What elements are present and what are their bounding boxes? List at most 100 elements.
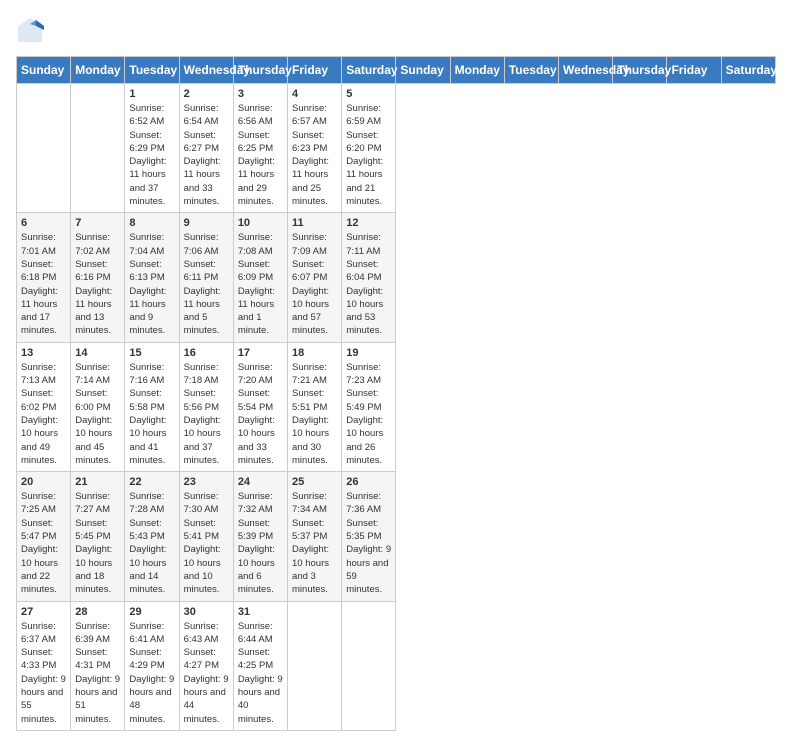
day-number: 9: [184, 217, 229, 229]
cell-info: Sunrise: 7:13 AM Sunset: 6:02 PM Dayligh…: [21, 361, 66, 467]
cell-info: Sunrise: 7:21 AM Sunset: 5:51 PM Dayligh…: [292, 361, 337, 467]
calendar-cell: 11Sunrise: 7:09 AM Sunset: 6:07 PM Dayli…: [288, 213, 342, 342]
header: [16, 16, 776, 44]
calendar-week-row: 6 Sunrise: 7:01 AM Sunset: 6:18 PM Daylig…: [17, 213, 776, 342]
calendar-cell: 22 Sunrise: 7:28 AM Sunset: 5:43 PM Dayli…: [125, 472, 179, 601]
cell-info: Sunrise: 6:52 AM Sunset: 6:29 PM Dayligh…: [129, 102, 174, 208]
cell-info: Sunrise: 7:11 AM Sunset: 6:04 PM Dayligh…: [346, 231, 391, 337]
cell-info: Sunrise: 7:20 AM Sunset: 5:54 PM Dayligh…: [238, 361, 283, 467]
cell-info: Sunrise: 7:14 AM Sunset: 6:00 PM Dayligh…: [75, 361, 120, 467]
day-number: 1: [129, 88, 174, 100]
cell-info: Sunrise: 7:06 AM Sunset: 6:11 PM Dayligh…: [184, 231, 229, 337]
cell-info: Sunrise: 7:28 AM Sunset: 5:43 PM Dayligh…: [129, 490, 174, 596]
calendar-cell: 5Sunrise: 6:59 AM Sunset: 6:20 PM Daylig…: [342, 84, 396, 213]
cell-info: Sunrise: 7:02 AM Sunset: 6:16 PM Dayligh…: [75, 231, 120, 337]
calendar-cell: 23 Sunrise: 7:30 AM Sunset: 5:41 PM Dayli…: [179, 472, 233, 601]
day-number: 25: [292, 476, 337, 488]
calendar-cell: 18Sunrise: 7:21 AM Sunset: 5:51 PM Dayli…: [288, 342, 342, 471]
day-of-week-header: Sunday: [17, 57, 71, 84]
day-number: 11: [292, 217, 337, 229]
calendar-cell: 27Sunrise: 6:37 AM Sunset: 4:33 PM Dayli…: [17, 601, 71, 730]
day-number: 6: [21, 217, 66, 229]
day-number: 7: [75, 217, 120, 229]
calendar-cell: 29Sunrise: 6:41 AM Sunset: 4:29 PM Dayli…: [125, 601, 179, 730]
calendar-cell: 26 Sunrise: 7:36 AM Sunset: 5:35 PM Dayli…: [342, 472, 396, 601]
cell-info: Sunrise: 7:18 AM Sunset: 5:56 PM Dayligh…: [184, 361, 229, 467]
day-number: 21: [75, 476, 120, 488]
calendar-cell: 21Sunrise: 7:27 AM Sunset: 5:45 PM Dayli…: [71, 472, 125, 601]
day-header: Wednesday: [559, 57, 613, 84]
day-number: 4: [292, 88, 337, 100]
day-number: 19: [346, 347, 391, 359]
calendar-table: SundayMondayTuesdayWednesdayThursdayFrid…: [16, 56, 776, 731]
calendar-week-row: 27Sunrise: 6:37 AM Sunset: 4:33 PM Dayli…: [17, 601, 776, 730]
calendar-cell: 2 Sunrise: 6:54 AM Sunset: 6:27 PM Daylig…: [179, 84, 233, 213]
day-number: 3: [238, 88, 283, 100]
cell-info: Sunrise: 7:08 AM Sunset: 6:09 PM Dayligh…: [238, 231, 283, 337]
cell-info: Sunrise: 7:23 AM Sunset: 5:49 PM Dayligh…: [346, 361, 391, 467]
cell-info: Sunrise: 7:04 AM Sunset: 6:13 PM Dayligh…: [129, 231, 174, 337]
day-number: 17: [238, 347, 283, 359]
calendar-cell: [71, 84, 125, 213]
day-header: Tuesday: [504, 57, 558, 84]
day-of-week-header: Saturday: [342, 57, 396, 84]
cell-info: Sunrise: 6:57 AM Sunset: 6:23 PM Dayligh…: [292, 102, 337, 208]
day-number: 16: [184, 347, 229, 359]
day-header: Friday: [667, 57, 721, 84]
day-number: 26: [346, 476, 391, 488]
day-header: Saturday: [721, 57, 775, 84]
cell-info: Sunrise: 7:25 AM Sunset: 5:47 PM Dayligh…: [21, 490, 66, 596]
calendar-cell: 28Sunrise: 6:39 AM Sunset: 4:31 PM Dayli…: [71, 601, 125, 730]
day-number: 8: [129, 217, 174, 229]
day-number: 23: [184, 476, 229, 488]
day-of-week-header: Tuesday: [125, 57, 179, 84]
day-header: Sunday: [396, 57, 450, 84]
cell-info: Sunrise: 6:44 AM Sunset: 4:25 PM Dayligh…: [238, 620, 283, 726]
calendar-cell: 20 Sunrise: 7:25 AM Sunset: 5:47 PM Dayli…: [17, 472, 71, 601]
cell-info: Sunrise: 6:43 AM Sunset: 4:27 PM Dayligh…: [184, 620, 229, 726]
calendar-cell: 1 Sunrise: 6:52 AM Sunset: 6:29 PM Daylig…: [125, 84, 179, 213]
calendar-cell: 16 Sunrise: 7:18 AM Sunset: 5:56 PM Dayli…: [179, 342, 233, 471]
day-number: 20: [21, 476, 66, 488]
cell-info: Sunrise: 6:56 AM Sunset: 6:25 PM Dayligh…: [238, 102, 283, 208]
calendar-week-row: 1 Sunrise: 6:52 AM Sunset: 6:29 PM Daylig…: [17, 84, 776, 213]
cell-info: Sunrise: 6:39 AM Sunset: 4:31 PM Dayligh…: [75, 620, 120, 726]
calendar-week-row: 20 Sunrise: 7:25 AM Sunset: 5:47 PM Dayli…: [17, 472, 776, 601]
calendar-cell: 15 Sunrise: 7:16 AM Sunset: 5:58 PM Dayli…: [125, 342, 179, 471]
day-of-week-header: Friday: [288, 57, 342, 84]
cell-info: Sunrise: 7:36 AM Sunset: 5:35 PM Dayligh…: [346, 490, 391, 596]
day-number: 12: [346, 217, 391, 229]
cell-info: Sunrise: 7:16 AM Sunset: 5:58 PM Dayligh…: [129, 361, 174, 467]
calendar-cell: 19 Sunrise: 7:23 AM Sunset: 5:49 PM Dayli…: [342, 342, 396, 471]
day-header: Thursday: [613, 57, 667, 84]
calendar-cell: 30Sunrise: 6:43 AM Sunset: 4:27 PM Dayli…: [179, 601, 233, 730]
calendar-cell: [342, 601, 396, 730]
cell-info: Sunrise: 7:01 AM Sunset: 6:18 PM Dayligh…: [21, 231, 66, 337]
logo-icon: [16, 16, 44, 44]
day-number: 5: [346, 88, 391, 100]
day-of-week-header: Wednesday: [179, 57, 233, 84]
calendar-week-row: 13 Sunrise: 7:13 AM Sunset: 6:02 PM Dayli…: [17, 342, 776, 471]
calendar-cell: 25 Sunrise: 7:34 AM Sunset: 5:37 PM Dayli…: [288, 472, 342, 601]
day-of-week-header: Monday: [71, 57, 125, 84]
cell-info: Sunrise: 7:34 AM Sunset: 5:37 PM Dayligh…: [292, 490, 337, 596]
calendar-cell: 6 Sunrise: 7:01 AM Sunset: 6:18 PM Daylig…: [17, 213, 71, 342]
day-number: 15: [129, 347, 174, 359]
calendar-cell: 14Sunrise: 7:14 AM Sunset: 6:00 PM Dayli…: [71, 342, 125, 471]
calendar-cell: 8 Sunrise: 7:04 AM Sunset: 6:13 PM Daylig…: [125, 213, 179, 342]
cell-info: Sunrise: 6:37 AM Sunset: 4:33 PM Dayligh…: [21, 620, 66, 726]
day-number: 13: [21, 347, 66, 359]
day-number: 22: [129, 476, 174, 488]
logo: [16, 16, 48, 44]
calendar-cell: 24 Sunrise: 7:32 AM Sunset: 5:39 PM Dayli…: [233, 472, 287, 601]
day-number: 2: [184, 88, 229, 100]
day-of-week-header: Thursday: [233, 57, 287, 84]
day-number: 10: [238, 217, 283, 229]
calendar-cell: 7 Sunrise: 7:02 AM Sunset: 6:16 PM Daylig…: [71, 213, 125, 342]
day-header: Monday: [450, 57, 504, 84]
cell-info: Sunrise: 7:32 AM Sunset: 5:39 PM Dayligh…: [238, 490, 283, 596]
cell-info: Sunrise: 6:41 AM Sunset: 4:29 PM Dayligh…: [129, 620, 174, 726]
cell-info: Sunrise: 7:30 AM Sunset: 5:41 PM Dayligh…: [184, 490, 229, 596]
day-number: 24: [238, 476, 283, 488]
cell-info: Sunrise: 6:54 AM Sunset: 6:27 PM Dayligh…: [184, 102, 229, 208]
